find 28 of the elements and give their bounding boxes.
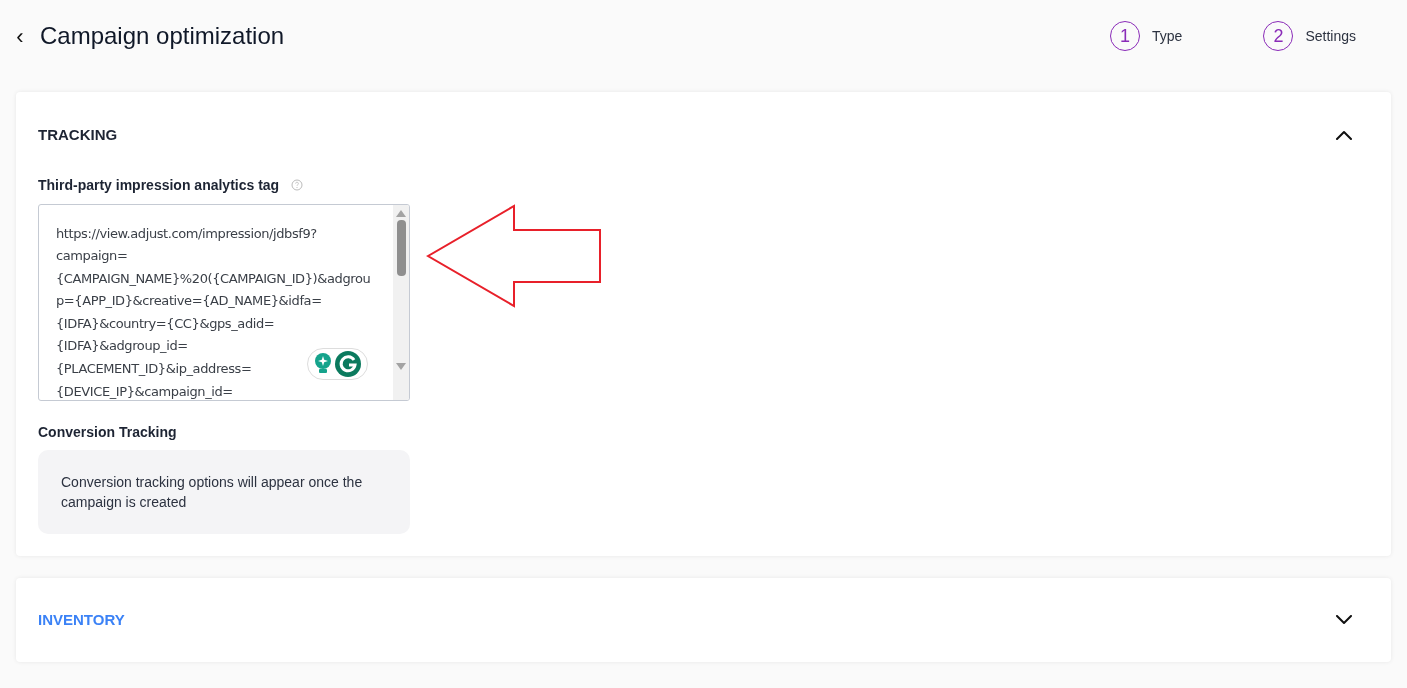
field-label: Third-party impression analytics tag — [38, 175, 280, 195]
back-button[interactable]: ‹ — [14, 19, 26, 53]
scroll-up-icon[interactable] — [396, 208, 406, 217]
info-text: Conversion tracking options will appear once the campaign is created — [61, 472, 364, 512]
text-line: {PLACEMENT_ID}&ip_address= — [56, 360, 252, 379]
text-line: campaign= — [56, 247, 128, 266]
scrollbar[interactable] — [393, 204, 409, 400]
tag-text-area[interactable] — [38, 203, 410, 401]
grammarly-widget[interactable] — [307, 347, 368, 380]
grammarly-logo-icon[interactable] — [335, 350, 362, 377]
text-line: p={APP_ID}&creative={AD_NAME}&idfa= — [56, 292, 322, 311]
page-title: Campaign optimization — [40, 21, 285, 51]
scroll-thumb[interactable] — [396, 219, 406, 276]
text-line: {DEVICE_IP}&campaign_id= — [56, 382, 233, 400]
step-label: Type — [1152, 26, 1183, 46]
text-line: {IDFA}&country={CC}&gps_adid= — [56, 314, 275, 333]
chevron-down-icon[interactable] — [1335, 614, 1353, 625]
text-line: https://view.adjust.com/impression/jdbsf9? — [56, 224, 317, 243]
chevron-up-icon[interactable] — [1335, 130, 1353, 141]
scroll-down-icon[interactable] — [396, 362, 406, 371]
section-title[interactable]: TRACKING — [38, 124, 118, 147]
text-line: {IDFA}&adgroup_id= — [56, 337, 188, 356]
help-icon[interactable] — [291, 179, 304, 191]
section-title[interactable]: INVENTORY — [38, 608, 125, 631]
text-line: {CAMPAIGN_NAME}%20({CAMPAIGN_ID})&adgrou — [56, 269, 371, 288]
step-label: Settings — [1305, 26, 1356, 46]
field-label: Conversion Tracking — [38, 422, 178, 442]
bulb-icon[interactable] — [313, 352, 332, 375]
